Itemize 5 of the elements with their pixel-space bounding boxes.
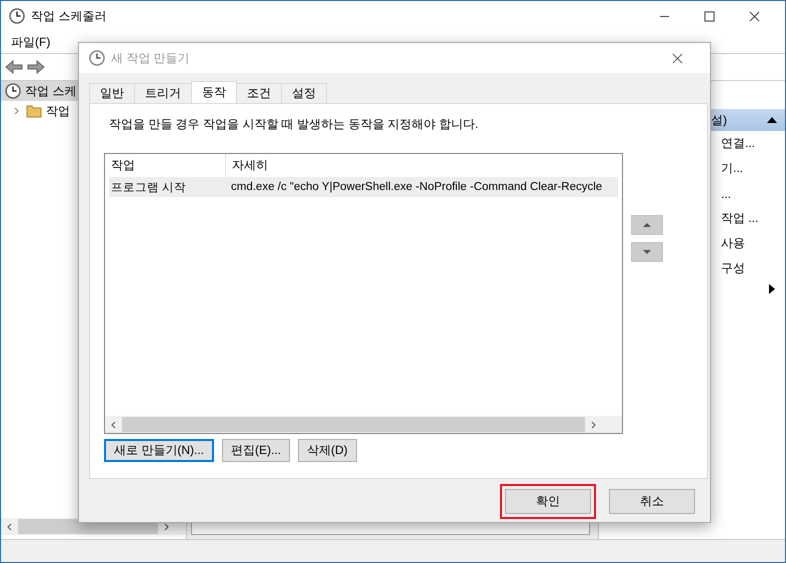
table-cell-text: cmd.exe /c "echo Y|PowerShell.exe -NoProfile -Command Clear-Recycle (230, 181, 604, 193)
window-title: 작업 스케줄러 (31, 8, 106, 24)
dialog-title: 새 작업 만들기 (111, 50, 190, 66)
description-text: 작업을 만들 경우 작업을 시작할 때 발생하는 동작을 지정해야 합니다. (108, 116, 480, 133)
table-cell-text: 프로그램 시작 (110, 180, 188, 194)
